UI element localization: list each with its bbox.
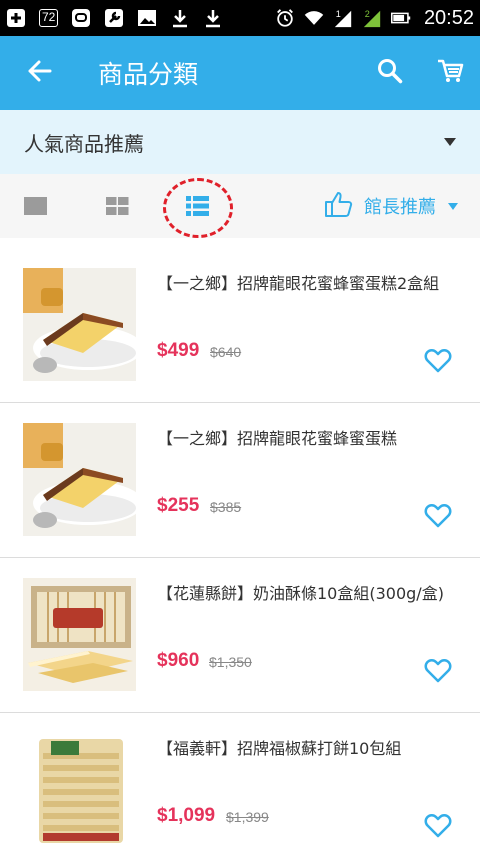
back-button[interactable] [0,36,78,110]
view-toolbar: 館長推薦 [0,174,480,238]
single-view-icon [24,197,47,215]
category-label: 人氣商品推薦 [24,131,144,156]
cart-icon [436,58,464,88]
sort-label: 館長推薦 [364,197,436,218]
battery-icon [390,8,411,28]
search-icon [377,58,403,88]
heart-outline-icon [424,659,452,683]
product-item[interactable]: 【一之鄉】招牌龍眼花蜜蜂蜜蛋糕 $255 $385 [0,403,480,558]
favorite-button[interactable] [424,657,452,683]
download-icon [170,8,190,28]
search-button[interactable] [360,36,420,110]
favorite-button[interactable] [424,347,452,373]
tools-app-icon [104,8,124,28]
app-bar: 商品分類 [0,36,480,110]
product-image-honey-cake[interactable] [23,268,136,381]
product-item[interactable]: 【一之鄉】招牌龍眼花蜜蜂蜜蛋糕2盒組 $499 $640 [0,248,480,403]
product-original-price: $1,350 [209,654,252,670]
page-title: 商品分類 [98,60,199,89]
signal-1-icon: 1 [333,8,353,28]
product-image-butter-sticks[interactable] [23,578,136,691]
wifi-icon [304,8,324,28]
battery-72-badge: 72 [39,9,59,27]
product-original-price: $640 [210,344,242,360]
product-price: $1,099 [157,805,216,826]
app-bar-actions [360,36,480,110]
download-icon [203,8,223,28]
product-price: $960 [157,650,200,671]
favorite-button[interactable] [424,502,452,528]
product-name[interactable]: 【花蓮縣餅】奶油酥條10盒組(300g/盒) [157,582,462,605]
grid-view-button[interactable] [105,194,131,218]
active-view-highlight [163,178,233,238]
product-list: 【一之鄉】招牌龍眼花蜜蜂蜜蛋糕2盒組 $499 $640 【一之鄉】招牌龍眼花蜜… [0,248,480,853]
single-view-button[interactable] [23,194,49,218]
signal-2-icon: 2 [362,8,382,28]
alarm-icon [275,8,295,28]
product-name[interactable]: 【一之鄉】招牌龍眼花蜜蜂蜜蛋糕2盒組 [157,272,462,295]
cart-button[interactable] [420,36,480,110]
heart-outline-icon [424,814,452,838]
product-item[interactable]: 【花蓮縣餅】奶油酥條10盒組(300g/盒) $960 $1,350 [0,558,480,713]
status-bar-notifications: 72 [6,8,223,28]
heart-outline-icon [424,504,452,528]
product-item[interactable]: 【福義軒】招牌福椒蘇打餅10包組 $1,099 $1,399 [0,713,480,853]
product-price: $255 [157,495,200,516]
product-name[interactable]: 【一之鄉】招牌龍眼花蜜蜂蜜蛋糕 [157,427,462,450]
thumbs-up-icon [324,190,354,222]
product-original-price: $1,399 [226,809,269,825]
plus-icon [6,8,26,28]
svg-text:1: 1 [336,9,341,19]
chat-app-icon [71,8,91,28]
svg-text:2: 2 [365,9,370,19]
product-image-soda-crackers[interactable] [23,733,136,846]
product-original-price: $385 [210,499,242,515]
back-arrow-icon [26,59,52,87]
product-image-honey-cake[interactable] [23,423,136,536]
caret-down-icon [444,138,456,146]
grid-view-icon [106,197,129,215]
favorite-button[interactable] [424,812,452,838]
status-bar: 72 1 2 20:52 [0,0,480,36]
product-name[interactable]: 【福義軒】招牌福椒蘇打餅10包組 [157,737,462,760]
app-screen: 72 1 2 20:52 商品分類 人氣商品推薦 館長推薦 【一之鄉】招牌龍眼花… [0,0,480,853]
heart-outline-icon [424,349,452,373]
category-dropdown[interactable]: 人氣商品推薦 [0,110,480,174]
caret-down-icon [448,202,458,210]
status-bar-system: 1 2 20:52 [275,7,474,30]
image-icon [137,8,157,28]
sort-dropdown[interactable]: 館長推薦 [324,190,458,222]
product-price: $499 [157,340,200,361]
status-time: 20:52 [423,6,474,29]
